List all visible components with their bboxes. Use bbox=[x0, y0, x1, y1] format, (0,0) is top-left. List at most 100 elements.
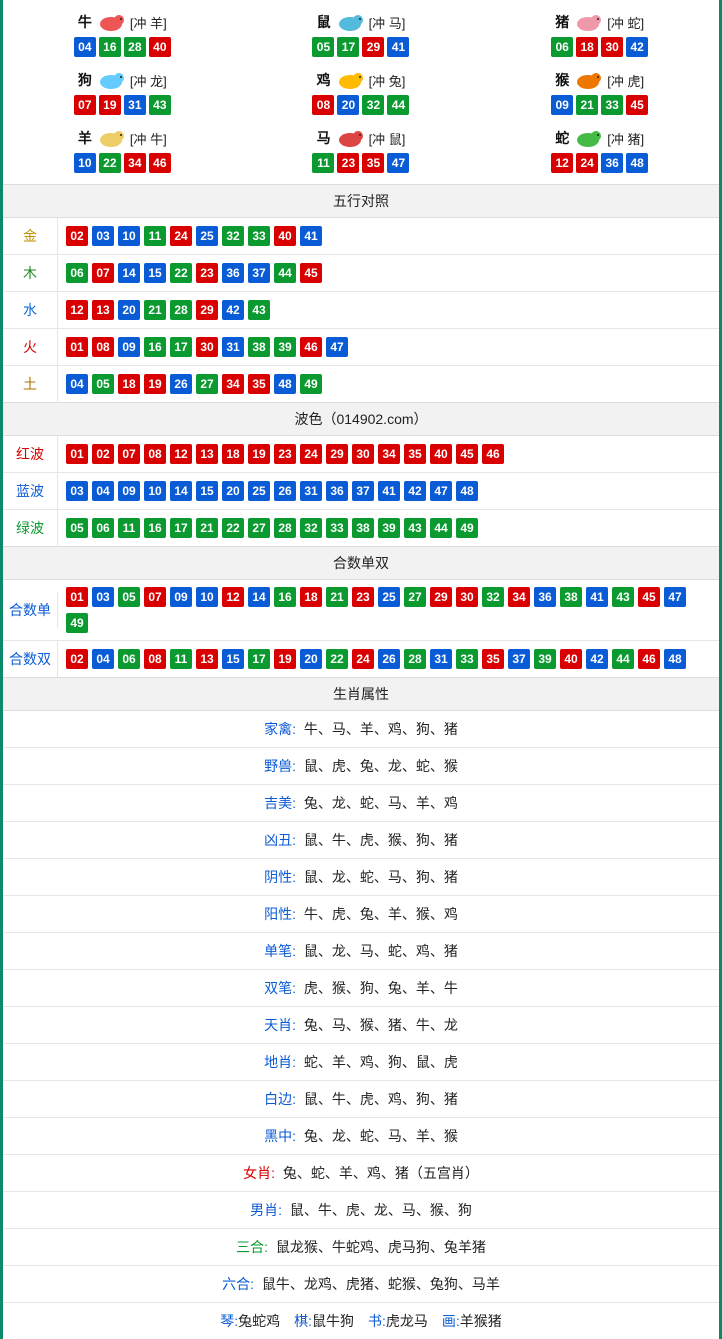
number-ball: 35 bbox=[248, 374, 270, 394]
attr-value: 虎、猴、狗、兔、羊、牛 bbox=[300, 980, 458, 996]
zodiac-clash: [冲 龙] bbox=[130, 71, 167, 90]
number-ball: 14 bbox=[248, 587, 270, 607]
attr-row: 凶丑: 鼠、牛、虎、猴、狗、猪 bbox=[3, 822, 719, 859]
number-ball: 47 bbox=[326, 337, 348, 357]
number-ball: 05 bbox=[66, 518, 88, 538]
zodiac-clash: [冲 猪] bbox=[607, 129, 644, 148]
number-ball: 22 bbox=[99, 153, 121, 173]
number-ball: 07 bbox=[92, 263, 114, 283]
number-ball: 32 bbox=[300, 518, 322, 538]
number-ball: 06 bbox=[66, 263, 88, 283]
section-head-shengxiao: 生肖属性 bbox=[3, 677, 719, 711]
attr-key: 阳性: bbox=[264, 906, 296, 922]
number-ball: 35 bbox=[482, 649, 504, 669]
row-balls: 04051819262734354849 bbox=[58, 367, 719, 401]
bottom-key: 书: bbox=[368, 1313, 386, 1329]
number-ball: 43 bbox=[612, 587, 634, 607]
number-ball: 04 bbox=[92, 649, 114, 669]
number-ball: 10 bbox=[118, 226, 140, 246]
attr-value: 鼠、龙、蛇、马、狗、猪 bbox=[300, 869, 458, 885]
number-ball: 03 bbox=[66, 481, 88, 501]
number-ball: 36 bbox=[326, 481, 348, 501]
number-ball: 24 bbox=[300, 444, 322, 464]
number-ball: 12 bbox=[551, 153, 573, 173]
number-ball: 46 bbox=[300, 337, 322, 357]
number-ball: 39 bbox=[378, 518, 400, 538]
number-ball: 39 bbox=[534, 649, 556, 669]
number-ball: 13 bbox=[196, 444, 218, 464]
attr-key: 双笔: bbox=[264, 980, 296, 996]
number-ball: 08 bbox=[144, 649, 166, 669]
zodiac-cell: 鸡[冲 兔]08203244 bbox=[242, 63, 481, 121]
number-ball: 29 bbox=[326, 444, 348, 464]
row-balls: 0103050709101214161821232527293032343638… bbox=[58, 580, 719, 640]
zodiac-cell: 狗[冲 龙]07193143 bbox=[3, 63, 242, 121]
zodiac-head: 马[冲 鼠] bbox=[242, 127, 481, 149]
number-ball: 26 bbox=[378, 649, 400, 669]
number-ball: 06 bbox=[92, 518, 114, 538]
number-ball: 18 bbox=[300, 587, 322, 607]
number-ball: 43 bbox=[149, 95, 171, 115]
attr-value: 鼠、虎、兔、龙、蛇、猴 bbox=[300, 758, 458, 774]
attr-row: 双笔: 虎、猴、狗、兔、羊、牛 bbox=[3, 970, 719, 1007]
number-ball: 37 bbox=[508, 649, 530, 669]
number-ball: 13 bbox=[92, 300, 114, 320]
number-ball: 12 bbox=[222, 587, 244, 607]
category-row: 土04051819262734354849 bbox=[3, 366, 719, 402]
number-ball: 12 bbox=[66, 300, 88, 320]
bottom-value: 羊猴猪 bbox=[460, 1313, 502, 1329]
number-ball: 14 bbox=[170, 481, 192, 501]
section-head-wuxing: 五行对照 bbox=[3, 184, 719, 218]
zodiac-name: 羊 bbox=[78, 128, 92, 148]
number-ball: 42 bbox=[586, 649, 608, 669]
number-ball: 26 bbox=[274, 481, 296, 501]
attr-row: 男肖: 鼠、牛、虎、龙、马、猴、狗 bbox=[3, 1192, 719, 1229]
number-ball: 08 bbox=[92, 337, 114, 357]
number-ball: 46 bbox=[638, 649, 660, 669]
bottom-row: 琴:兔蛇鸡 棋:鼠牛狗 书:虎龙马 画:羊猴猪 bbox=[3, 1303, 719, 1339]
number-ball: 47 bbox=[664, 587, 686, 607]
number-ball: 31 bbox=[430, 649, 452, 669]
zodiac-head: 牛[冲 羊] bbox=[3, 11, 242, 33]
attr-key: 三合: bbox=[236, 1239, 268, 1255]
number-ball: 01 bbox=[66, 337, 88, 357]
section-head-bose: 波色（014902.com） bbox=[3, 402, 719, 436]
attr-value: 鼠龙猴、牛蛇鸡、虎马狗、兔羊猪 bbox=[272, 1239, 486, 1255]
attr-value: 兔、龙、蛇、马、羊、猴 bbox=[300, 1128, 458, 1144]
row-balls: 0108091617303138394647 bbox=[58, 330, 719, 364]
zodiac-clash: [冲 虎] bbox=[607, 71, 644, 90]
zodiac-clash: [冲 兔] bbox=[369, 71, 406, 90]
number-ball: 09 bbox=[118, 337, 140, 357]
attr-row: 地肖: 蛇、羊、鸡、狗、鼠、虎 bbox=[3, 1044, 719, 1081]
number-ball: 34 bbox=[222, 374, 244, 394]
attr-value: 牛、虎、兔、羊、猴、鸡 bbox=[300, 906, 458, 922]
category-row: 火0108091617303138394647 bbox=[3, 329, 719, 366]
number-ball: 24 bbox=[352, 649, 374, 669]
number-ball: 44 bbox=[430, 518, 452, 538]
row-label: 蓝波 bbox=[3, 473, 58, 509]
attr-value: 鼠、龙、马、蛇、鸡、猪 bbox=[300, 943, 458, 959]
attr-key: 白边: bbox=[264, 1091, 296, 1107]
number-ball: 47 bbox=[430, 481, 452, 501]
zodiac-clash: [冲 马] bbox=[369, 13, 406, 32]
number-ball: 16 bbox=[99, 37, 121, 57]
category-row: 红波0102070812131819232429303435404546 bbox=[3, 436, 719, 473]
zodiac-animal-icon bbox=[571, 11, 605, 33]
zodiac-clash: [冲 鼠] bbox=[369, 129, 406, 148]
row-label: 木 bbox=[3, 255, 58, 291]
zodiac-balls: 11233547 bbox=[242, 153, 481, 173]
number-ball: 23 bbox=[337, 153, 359, 173]
attr-key: 地肖: bbox=[264, 1054, 296, 1070]
attr-row: 单笔: 鼠、龙、马、蛇、鸡、猪 bbox=[3, 933, 719, 970]
number-ball: 03 bbox=[92, 587, 114, 607]
number-ball: 17 bbox=[170, 337, 192, 357]
attr-row: 三合: 鼠龙猴、牛蛇鸡、虎马狗、兔羊猪 bbox=[3, 1229, 719, 1266]
number-ball: 27 bbox=[404, 587, 426, 607]
attr-key: 凶丑: bbox=[264, 832, 296, 848]
number-ball: 48 bbox=[274, 374, 296, 394]
row-label: 合数单 bbox=[3, 592, 58, 628]
number-ball: 11 bbox=[144, 226, 166, 246]
number-ball: 46 bbox=[149, 153, 171, 173]
zodiac-grid: 牛[冲 羊]04162840鼠[冲 马]05172941猪[冲 蛇]061830… bbox=[3, 0, 719, 184]
number-ball: 21 bbox=[326, 587, 348, 607]
